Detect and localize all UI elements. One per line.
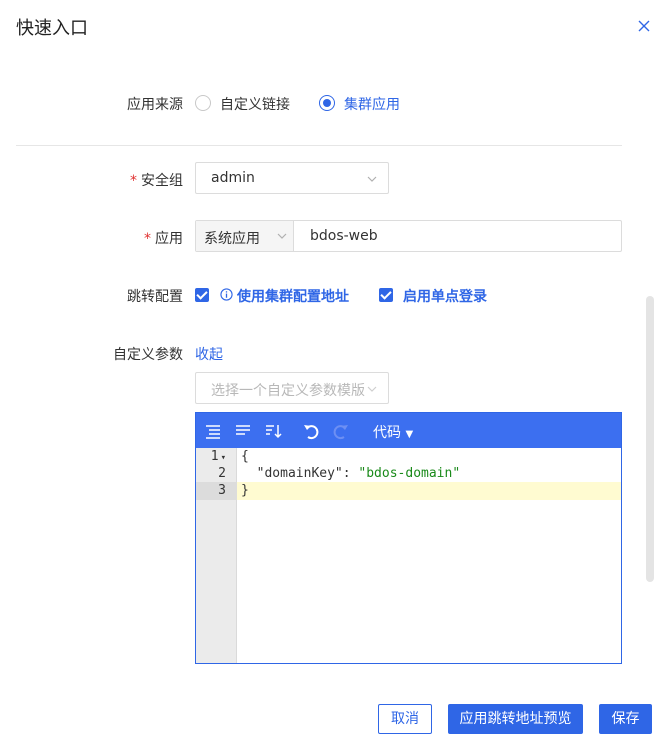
- code-string: "bdos-domain": [358, 466, 461, 481]
- radio-custom-link[interactable]: [195, 95, 211, 111]
- line-number: 2: [218, 466, 226, 481]
- application-label-text: 应用: [155, 231, 183, 247]
- undo-icon[interactable]: [302, 422, 320, 440]
- code-line-1[interactable]: {: [241, 449, 249, 464]
- application-label: * 应用: [83, 228, 183, 248]
- required-mark: *: [144, 231, 151, 247]
- divider: [16, 145, 622, 146]
- code-token: :: [342, 466, 359, 481]
- source-label: 应用来源: [127, 97, 183, 113]
- editor-mode-label: 代码: [373, 425, 401, 441]
- editor-toolbar: 代码 ▼: [196, 413, 621, 448]
- save-button[interactable]: 保存: [599, 704, 652, 734]
- use-cluster-address-label[interactable]: 使用集群配置地址: [237, 286, 349, 306]
- code-line-3[interactable]: }: [241, 483, 249, 498]
- chevron-down-icon: [367, 386, 377, 392]
- application-type-select[interactable]: 系统应用: [196, 221, 294, 251]
- editor-gutter: 1 ▾ 2 3: [196, 448, 237, 663]
- collapse-link[interactable]: 收起: [195, 344, 223, 364]
- custom-params-label: 自定义参数: [113, 347, 183, 363]
- fold-icon[interactable]: ▾: [221, 453, 226, 463]
- sort-icon[interactable]: [264, 422, 282, 440]
- code-line-2[interactable]: "domainKey": "bdos-domain": [241, 466, 461, 481]
- caret-down-icon: ▼: [405, 429, 414, 440]
- enable-sso-label[interactable]: 启用单点登录: [403, 286, 487, 306]
- code-editor[interactable]: 代码 ▼ 1 ▾ 2 3 { "domainKey": "bdos-domain"…: [195, 412, 622, 664]
- application-name-input[interactable]: bdos-web: [310, 228, 378, 244]
- preview-redirect-button[interactable]: 应用跳转地址预览: [448, 704, 583, 734]
- security-group-select[interactable]: admin: [195, 162, 389, 194]
- format-icon[interactable]: [204, 422, 222, 440]
- required-mark: *: [130, 173, 137, 189]
- scrollbar[interactable]: [646, 296, 654, 582]
- security-group-label-text: 安全组: [141, 173, 183, 189]
- code-token: }: [241, 483, 249, 498]
- code-token: {: [241, 449, 249, 464]
- param-template-select[interactable]: 选择一个自定义参数模版: [195, 372, 389, 404]
- info-icon: [220, 288, 233, 301]
- enable-sso-checkbox[interactable]: [379, 288, 393, 302]
- redirect-label: 跳转配置: [127, 289, 183, 305]
- security-group-value: admin: [211, 170, 255, 186]
- code-key: "domainKey": [256, 466, 343, 481]
- application-input-group: 系统应用 bdos-web: [195, 220, 622, 252]
- line-number: 1 ▾: [196, 449, 226, 464]
- redo-icon[interactable]: [332, 422, 350, 440]
- line-number: 3: [218, 483, 226, 498]
- dialog-title: 快速入口: [16, 18, 88, 39]
- radio-cluster-app-label[interactable]: 集群应用: [344, 94, 400, 114]
- security-group-label: * 安全组: [83, 170, 183, 190]
- application-type-value: 系统应用: [204, 231, 260, 247]
- active-line-highlight: [237, 482, 621, 500]
- cancel-button[interactable]: 取消: [378, 704, 432, 734]
- radio-custom-link-label[interactable]: 自定义链接: [220, 94, 290, 114]
- radio-cluster-app[interactable]: [319, 95, 335, 111]
- chevron-down-icon: [277, 233, 287, 239]
- chevron-down-icon: [367, 176, 377, 182]
- use-cluster-address-checkbox[interactable]: [195, 288, 209, 302]
- compact-icon[interactable]: [234, 422, 252, 440]
- param-template-placeholder: 选择一个自定义参数模版: [211, 383, 365, 399]
- close-icon[interactable]: [636, 18, 652, 34]
- editor-mode-dropdown[interactable]: 代码 ▼: [373, 422, 413, 442]
- line-number-text: 1: [210, 449, 219, 464]
